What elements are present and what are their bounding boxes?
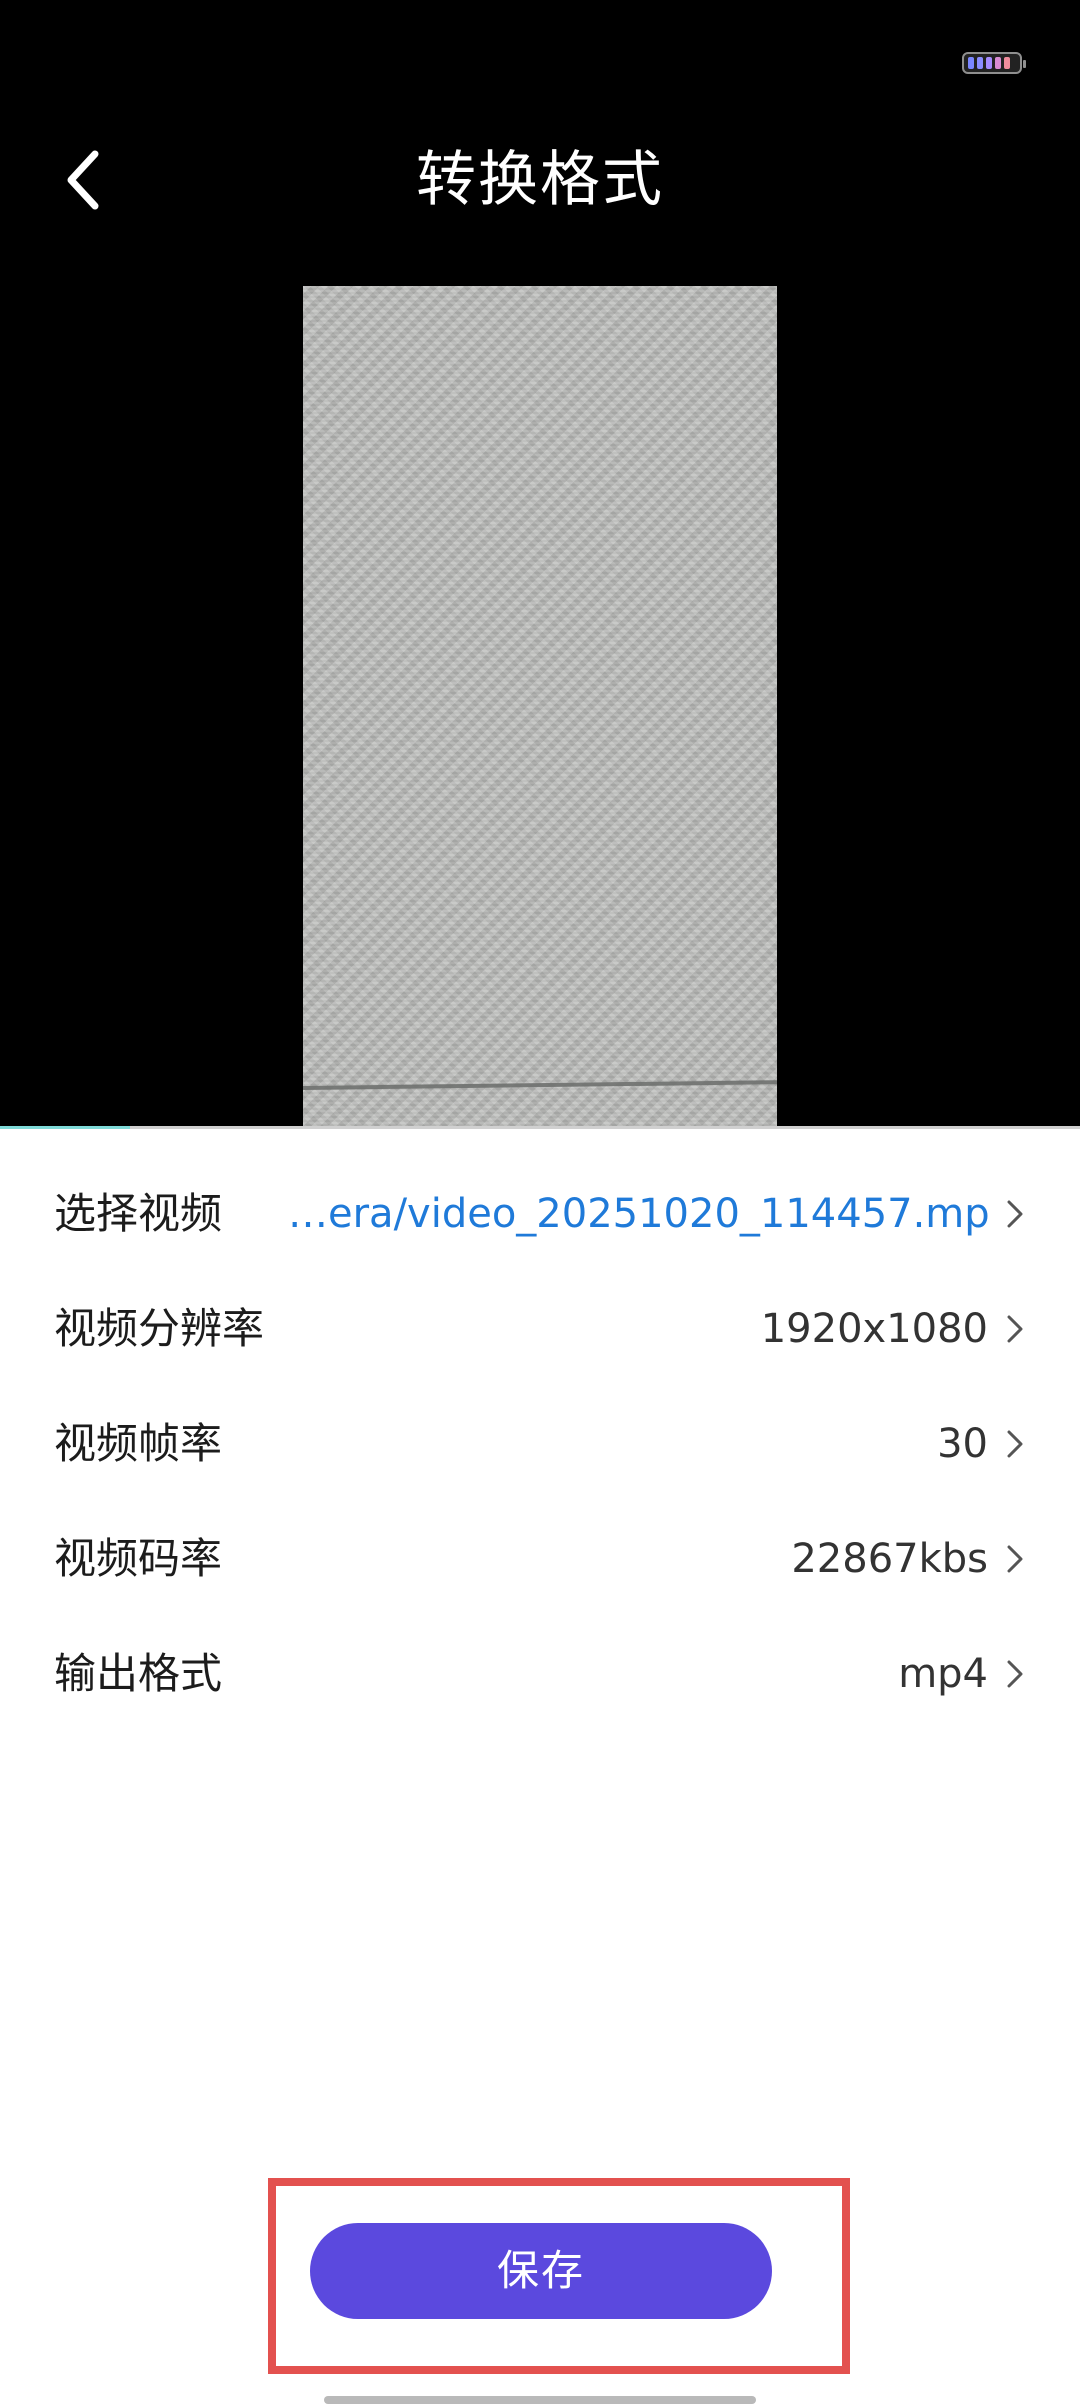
setting-label: 选择视频 — [54, 1188, 223, 1238]
settings-list: 选择视频 …era/video_20251020_114457.mp4 视频分辨… — [0, 1156, 1080, 1731]
setting-label: 视频帧率 — [54, 1418, 223, 1468]
battery-cell — [977, 57, 983, 69]
video-preview-area: 转换格式 — [0, 0, 1080, 1128]
page-title: 转换格式 — [416, 145, 664, 215]
setting-label: 视频码率 — [54, 1533, 223, 1583]
setting-value-resolution: 1920x1080 — [760, 1305, 988, 1352]
playback-progress-fill — [0, 1126, 130, 1129]
video-resolution-row[interactable]: 视频分辨率 1920x1080 — [0, 1271, 1080, 1386]
video-bitrate-row[interactable]: 视频码率 22867kbs — [0, 1501, 1080, 1616]
home-indicator[interactable] — [324, 2396, 756, 2404]
setting-value-framerate: 30 — [937, 1420, 988, 1467]
setting-value-video-path: …era/video_20251020_114457.mp4 — [288, 1190, 988, 1237]
video-framerate-row[interactable]: 视频帧率 30 — [0, 1386, 1080, 1501]
setting-value-format: mp4 — [898, 1650, 988, 1697]
video-thumbnail[interactable] — [303, 286, 777, 1128]
chevron-right-icon — [1004, 1199, 1026, 1229]
playback-progress-bar[interactable] — [0, 1126, 1080, 1129]
convert-format-screen: 转换格式 选择视频 …era/video_20251020_114457.mp4… — [0, 0, 1080, 2408]
battery-icon — [962, 52, 1026, 74]
setting-value-bitrate: 22867kbs — [791, 1535, 988, 1582]
chevron-right-icon — [1004, 1429, 1026, 1459]
chevron-right-icon — [1004, 1544, 1026, 1574]
battery-cell — [968, 57, 974, 69]
select-video-row[interactable]: 选择视频 …era/video_20251020_114457.mp4 — [0, 1156, 1080, 1271]
chevron-right-icon — [1004, 1314, 1026, 1344]
save-button[interactable]: 保存 — [310, 2223, 772, 2319]
battery-cell — [995, 57, 1001, 69]
output-format-row[interactable]: 输出格式 mp4 — [0, 1616, 1080, 1731]
setting-label: 输出格式 — [54, 1648, 223, 1698]
chevron-right-icon — [1004, 1659, 1026, 1689]
battery-cell — [986, 57, 992, 69]
setting-label: 视频分辨率 — [54, 1303, 265, 1353]
thumbnail-detail — [303, 1080, 777, 1090]
battery-cell — [1004, 57, 1010, 69]
